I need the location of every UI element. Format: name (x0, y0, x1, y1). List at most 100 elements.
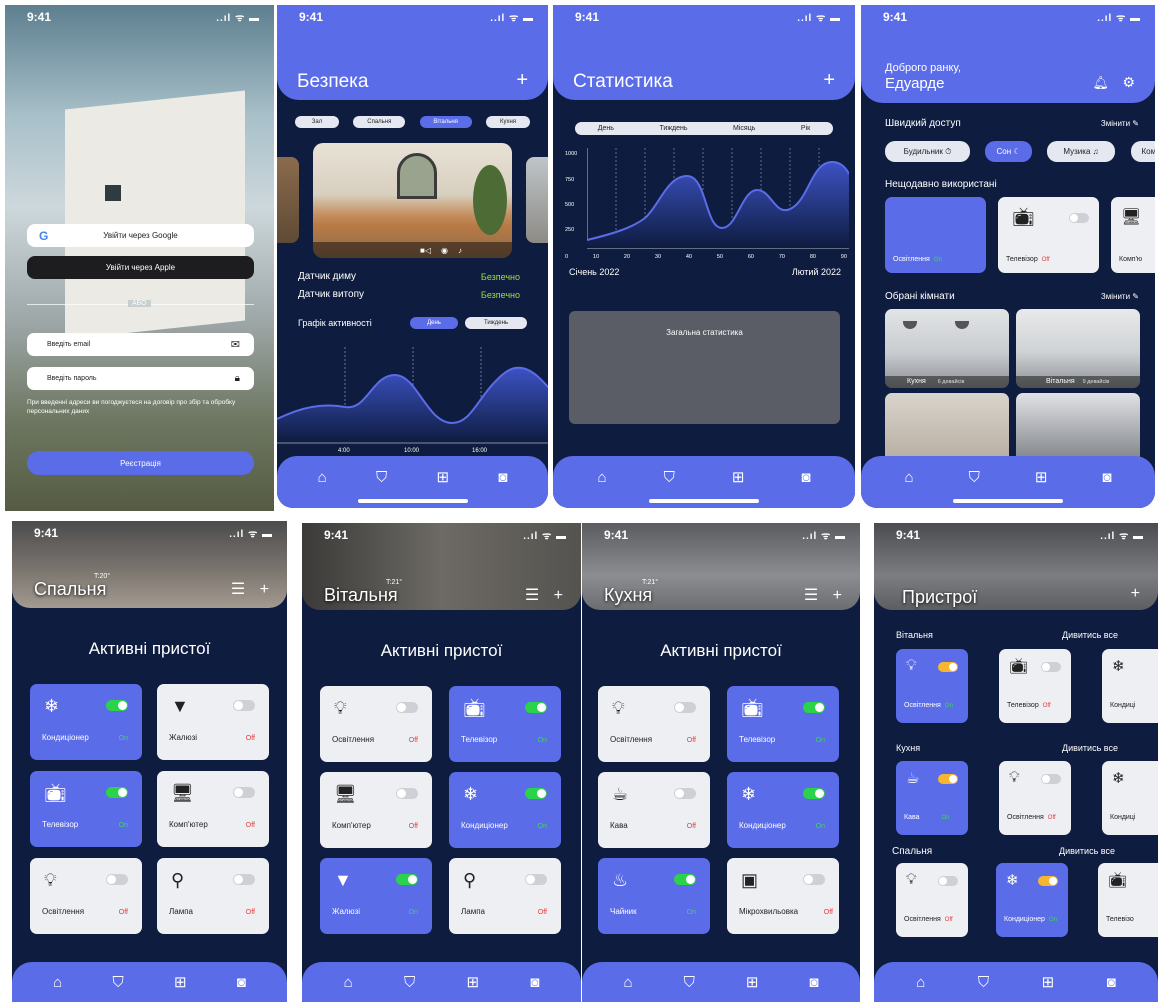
recent-card-light[interactable]: Освітлення On (885, 197, 986, 273)
period-tab[interactable]: День (598, 125, 614, 132)
toggle-switch[interactable] (803, 788, 825, 799)
device-icon[interactable]: ◙ (530, 974, 539, 991)
device-card-light[interactable]: 💡︎ Освітлення Off (320, 686, 432, 762)
device-card-lamp[interactable]: ⚲ Лампа Off (157, 858, 269, 934)
toggle-switch[interactable] (396, 874, 418, 885)
room-chip-active[interactable]: Вітальня (419, 116, 472, 128)
toggle-switch[interactable] (938, 876, 958, 886)
toggle-switch[interactable] (396, 702, 418, 713)
gear-icon[interactable]: ⚙ (1122, 74, 1135, 91)
quick-chip-computer[interactable]: Комп (1131, 141, 1155, 162)
home-icon[interactable]: ⌂ (624, 974, 633, 991)
device-card-computer[interactable]: 🖥︎ Комп'ютер Off (320, 772, 432, 848)
room-chip[interactable]: Зал (295, 116, 339, 128)
room-card-hall[interactable] (1016, 393, 1140, 463)
recent-card-computer[interactable]: 🖥︎ Комп'ю (1111, 197, 1155, 273)
period-tab[interactable]: Місяць (733, 125, 755, 132)
toggle-switch[interactable] (525, 874, 547, 885)
grid-icon[interactable]: ⊞ (732, 468, 745, 486)
device-icon[interactable]: ◙ (498, 469, 507, 486)
see-all-link[interactable]: Дивитись все (1062, 630, 1118, 640)
shield-icon[interactable]: ⛉ (376, 469, 387, 486)
toggle-switch[interactable] (674, 788, 696, 799)
plus-icon[interactable]: + (260, 581, 269, 598)
home-icon[interactable]: ⌂ (905, 469, 914, 486)
day-chip[interactable]: День (410, 317, 458, 329)
toggle-switch[interactable] (396, 788, 418, 799)
add-button[interactable]: + (823, 69, 835, 92)
device-card-ac[interactable]: ❄ Кондиці (1102, 649, 1158, 723)
camera-next-thumb[interactable] (526, 157, 548, 243)
device-card-ac[interactable]: ❄ Кондиціонер On (449, 772, 561, 848)
sliders-icon[interactable]: ☰ (804, 587, 818, 604)
device-card-light[interactable]: 💡︎ Освітлення Off (30, 858, 142, 934)
mic-icon[interactable]: ♪ (458, 246, 462, 255)
grid-icon[interactable]: ⊞ (174, 973, 187, 991)
room-card-bedroom[interactable] (885, 393, 1009, 463)
toggle-switch[interactable] (233, 874, 255, 885)
shield-icon[interactable]: ⛉ (112, 974, 123, 991)
recent-card-tv[interactable]: 📺︎ Телевізор Off (998, 197, 1099, 273)
home-icon[interactable]: ⌂ (916, 974, 925, 991)
room-chip[interactable]: Кухня (485, 116, 530, 128)
rooms-change-link[interactable]: Змінити ✎ (1101, 292, 1139, 301)
home-icon[interactable]: ⌂ (598, 469, 607, 486)
device-card-tv[interactable]: 📺︎ Телевізор On (30, 771, 142, 847)
device-icon[interactable]: ◙ (237, 974, 246, 991)
home-icon[interactable]: ⌂ (53, 974, 62, 991)
see-all-link[interactable]: Дивитись все (1062, 743, 1118, 753)
toggle-switch[interactable] (674, 874, 696, 885)
toggle-switch[interactable] (106, 700, 128, 711)
add-button[interactable]: + (516, 69, 528, 92)
toggle-switch[interactable] (1041, 662, 1061, 672)
toggle-switch[interactable] (233, 787, 255, 798)
period-tab[interactable]: Тиждень (659, 125, 687, 132)
toggle-switch[interactable] (233, 700, 255, 711)
toggle-switch[interactable] (106, 874, 128, 885)
quick-chip-music[interactable]: Музика ♫ (1047, 141, 1115, 162)
grid-icon[interactable]: ⊞ (1035, 468, 1048, 486)
device-icon[interactable]: ◙ (1107, 974, 1116, 991)
room-card-kitchen[interactable]: Кухня 6 девайсів (885, 309, 1009, 388)
grid-icon[interactable]: ⊞ (436, 468, 449, 486)
toggle-switch[interactable] (1038, 876, 1058, 886)
apple-button[interactable]: Увійти через Apple (27, 256, 254, 279)
toggle-switch[interactable] (938, 662, 958, 672)
grid-icon[interactable]: ⊞ (1042, 973, 1055, 991)
quick-change-link[interactable]: Змінити ✎ (1101, 119, 1139, 128)
week-chip[interactable]: Тиждень (465, 317, 527, 329)
summary-card[interactable]: Загальна статистика (569, 311, 840, 424)
toggle-switch[interactable] (1041, 774, 1061, 784)
record-icon[interactable]: ■◁ (420, 246, 431, 255)
shield-icon[interactable]: ⛉ (978, 974, 989, 991)
device-card-coffee[interactable]: ☕︎ Кава On (896, 761, 968, 835)
plus-icon[interactable]: + (554, 587, 563, 604)
device-icon[interactable]: ◙ (1102, 469, 1111, 486)
toggle-switch[interactable] (803, 874, 825, 885)
register-button[interactable]: Реєстрація (27, 451, 254, 475)
home-icon[interactable]: ⌂ (344, 974, 353, 991)
device-card-microwave[interactable]: ▣ Мікрохвильовка Off (727, 858, 839, 934)
device-card-lamp[interactable]: ⚲ Лампа Off (449, 858, 561, 934)
quick-chip-sleep[interactable]: Сон ☾ (985, 141, 1032, 162)
device-icon[interactable]: ◙ (801, 469, 810, 486)
device-card-light[interactable]: 💡︎ Освітлення On (896, 649, 968, 723)
shield-icon[interactable]: ⛉ (404, 974, 415, 991)
room-chip[interactable]: Спальня (353, 116, 406, 128)
device-card-ac[interactable]: ❄ Кондиціонер On (727, 772, 839, 848)
device-card-ac[interactable]: ❄ Кондиціонер On (30, 684, 142, 760)
home-icon[interactable]: ⌂ (318, 469, 327, 486)
see-all-link[interactable]: Дивитись все (1059, 846, 1115, 856)
google-button[interactable]: G Увійти через Google (27, 224, 254, 247)
device-card-light[interactable]: 💡︎ Освітлення Off (598, 686, 710, 762)
grid-icon[interactable]: ⊞ (746, 973, 759, 991)
toggle-switch[interactable] (938, 774, 958, 784)
shield-icon[interactable]: ⛉ (664, 469, 675, 486)
device-card-tv[interactable]: 📺︎ Телевізор On (449, 686, 561, 762)
device-card-ac[interactable]: ❄ Кондиціонер On (996, 863, 1068, 937)
plus-icon[interactable]: + (833, 587, 842, 604)
email-input[interactable]: Введіть email ✉ (27, 333, 254, 356)
toggle-switch[interactable] (1069, 213, 1089, 223)
device-card-tv[interactable]: 📺︎ Телевізо (1098, 863, 1158, 937)
toggle-switch[interactable] (525, 788, 547, 799)
